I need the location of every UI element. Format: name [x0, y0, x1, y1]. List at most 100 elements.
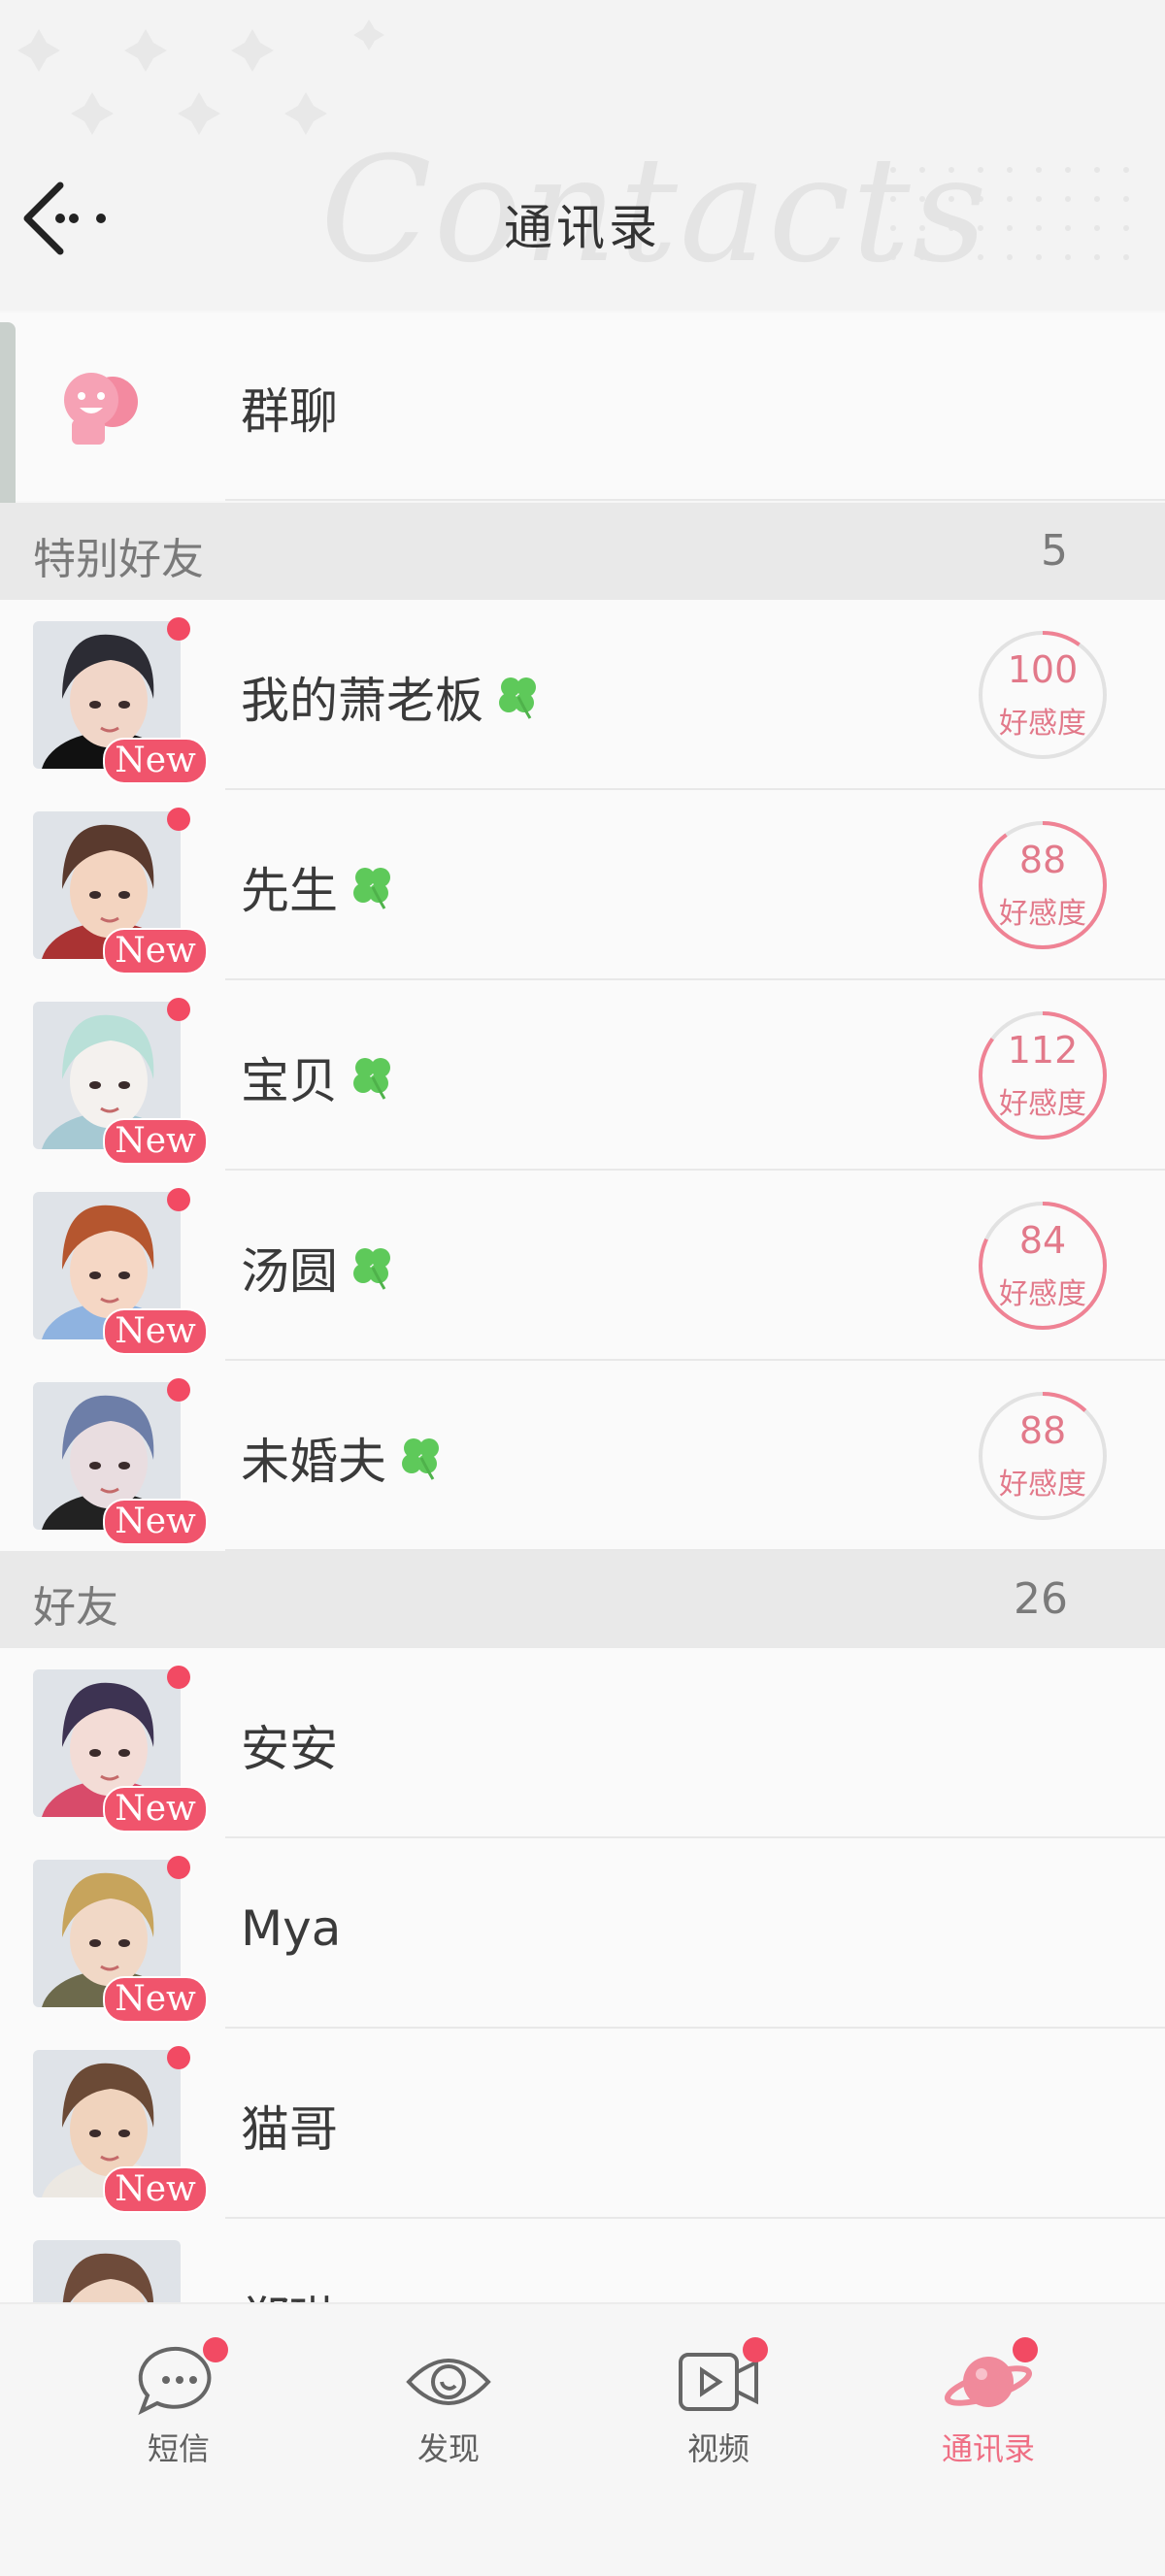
- page-title: 通讯录: [504, 200, 661, 256]
- new-badge: New: [103, 1308, 208, 1355]
- avatar[interactable]: New: [33, 2046, 208, 2213]
- avatar[interactable]: New: [33, 1378, 208, 1545]
- unread-dot: [167, 808, 190, 831]
- contact-name-wrap: 汤圆: [241, 1233, 398, 1303]
- favor-value: 112: [1007, 1029, 1079, 1072]
- avatar[interactable]: New: [33, 1666, 208, 1833]
- favor-label: 好感度: [999, 1468, 1086, 1502]
- contact-name: 先生: [241, 863, 338, 919]
- favor-value: 88: [1018, 1409, 1067, 1452]
- contact-row[interactable]: New 宝贝 112 好感度: [0, 980, 1165, 1171]
- new-badge: New: [103, 1118, 208, 1165]
- contact-name-wrap: 我的萧老板: [241, 662, 544, 732]
- favor-value: 100: [1007, 648, 1079, 691]
- contact-name-wrap: 安安: [241, 1710, 338, 1780]
- favor-label: 好感度: [999, 1277, 1086, 1311]
- contact-row[interactable]: New 我的萧老板 100 好感度: [0, 600, 1165, 790]
- section-header-special-friends: 特别好友 5: [0, 503, 1165, 600]
- friends-list: New安安NewMyaNew猫哥郑琳: [0, 1648, 1165, 2409]
- favor-meter: 84 好感度: [975, 1198, 1111, 1334]
- unread-dot: [167, 1666, 190, 1689]
- avatar[interactable]: New: [33, 998, 208, 1165]
- section-title: 好友: [33, 1583, 118, 1633]
- clover-icon: [353, 1248, 390, 1290]
- favor-meter: 100 好感度: [975, 627, 1111, 763]
- bottom-nav: 短信 发现 视频 通讯录: [0, 2302, 1165, 2576]
- contact-name: 安安: [241, 1721, 338, 1777]
- group-chat-label: 群聊: [241, 383, 338, 440]
- favor-ring: [979, 1202, 1107, 1330]
- new-badge: New: [103, 738, 208, 784]
- unread-dot: [167, 1378, 190, 1402]
- favor-meter: 88 好感度: [975, 1388, 1111, 1524]
- nav-item-discover[interactable]: 发现: [351, 2343, 546, 2489]
- unread-dot: [167, 617, 190, 641]
- unread-dot: [167, 1188, 190, 1211]
- new-badge: New: [103, 1499, 208, 1545]
- avatar[interactable]: New: [33, 808, 208, 974]
- favor-ring: [979, 631, 1107, 759]
- section-title: 特别好友: [33, 535, 204, 584]
- avatar[interactable]: New: [33, 1188, 208, 1355]
- contact-row[interactable]: New 安安: [0, 1648, 1165, 1838]
- section-header-friends: 好友 26: [0, 1551, 1165, 1648]
- nav-item-messages[interactable]: 短信: [82, 2337, 276, 2489]
- unread-dot: [167, 2046, 190, 2069]
- favor-ring: [979, 821, 1107, 949]
- contact-name: Mya: [241, 1900, 342, 1957]
- contact-row[interactable]: New 未婚夫 88 好感度: [0, 1361, 1165, 1551]
- unread-dot: [167, 998, 190, 1021]
- nav-label: 通讯录: [941, 2430, 1035, 2467]
- eye-icon: [406, 2359, 491, 2405]
- new-badge: New: [103, 2166, 208, 2213]
- favor-label: 好感度: [999, 897, 1086, 931]
- new-badge: New: [103, 928, 208, 974]
- unread-dot: [167, 1856, 190, 1879]
- contact-name-wrap: 未婚夫: [241, 1423, 447, 1493]
- notification-dot: [203, 2337, 228, 2362]
- nav-item-contacts[interactable]: 通讯录: [891, 2337, 1085, 2489]
- clover-icon: [402, 1438, 439, 1480]
- contact-name: 未婚夫: [241, 1434, 386, 1490]
- contact-name-wrap: 猫哥: [241, 2091, 338, 2161]
- clover-icon: [499, 677, 536, 719]
- nav-label: 短信: [147, 2430, 210, 2467]
- header: Contacts 通讯录: [0, 0, 1165, 311]
- favor-ring: [979, 1392, 1107, 1520]
- avatar[interactable]: New: [33, 617, 208, 784]
- avatar[interactable]: New: [33, 1856, 208, 2023]
- clover-icon: [353, 1058, 390, 1100]
- new-badge: New: [103, 1976, 208, 2023]
- favor-label: 好感度: [999, 707, 1086, 741]
- contact-row[interactable]: New 先生 88 好感度: [0, 790, 1165, 980]
- contact-row[interactable]: New 猫哥: [0, 2029, 1165, 2219]
- special-friends-list: New 我的萧老板 100 好感度 New 先生 88 好感度 New 宝贝 112 好感度 New 汤圆…: [0, 600, 1165, 1551]
- nav-label: 视频: [686, 2430, 749, 2467]
- new-badge: New: [103, 1786, 208, 1833]
- favor-value: 88: [1018, 839, 1067, 881]
- notification-dot: [1013, 2337, 1038, 2362]
- favor-value: 84: [1018, 1219, 1067, 1262]
- contact-name-wrap: 先生: [241, 852, 398, 922]
- section-count: 26: [1014, 1574, 1068, 1624]
- contact-name: 我的萧老板: [241, 673, 483, 729]
- favor-meter: 88 好感度: [975, 817, 1111, 953]
- contact-name: 汤圆: [241, 1243, 338, 1300]
- section-count: 5: [1041, 526, 1068, 576]
- nav-item-video[interactable]: 视频: [621, 2337, 816, 2489]
- contact-name: 宝贝: [241, 1053, 338, 1109]
- nav-label: 发现: [416, 2430, 480, 2467]
- favor-meter: 112 好感度: [975, 1007, 1111, 1143]
- clover-icon: [353, 868, 390, 909]
- contact-row[interactable]: New 汤圆 84 好感度: [0, 1171, 1165, 1361]
- group-chat-icon: [64, 373, 138, 445]
- contact-name: 猫哥: [241, 2101, 338, 2158]
- favor-label: 好感度: [999, 1087, 1086, 1121]
- side-pull-tab[interactable]: [0, 322, 16, 516]
- contact-row[interactable]: New Mya: [0, 1838, 1165, 2029]
- group-chat-row[interactable]: 群聊: [0, 313, 1165, 516]
- divider: [225, 499, 1165, 501]
- contact-name-wrap: 宝贝: [241, 1042, 398, 1112]
- notification-dot: [743, 2337, 768, 2362]
- favor-ring: [979, 1011, 1107, 1139]
